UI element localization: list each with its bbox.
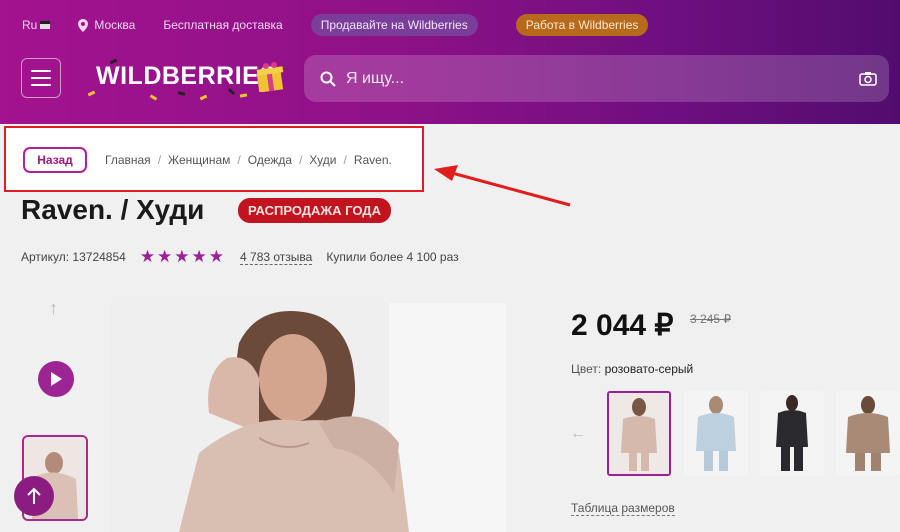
product-meta: Артикул: 13724854 ★★★★★ 4 783 отзыва Куп… [21,247,459,267]
menu-icon[interactable] [21,58,61,98]
breadcrumb-item-brand[interactable]: Raven. [354,153,392,167]
breadcrumb-separator: / [343,153,347,167]
breadcrumb-item-women[interactable]: Женщинам [168,153,230,167]
site-header: Ru Москва Бесплатная доставка Продавайте… [0,0,900,124]
city-selector[interactable]: Москва [78,18,135,32]
top-bar: Ru Москва Бесплатная доставка Продавайте… [22,14,649,36]
breadcrumb: Главная / Женщинам / Одежда / Худи / Rav… [105,153,392,167]
flag-icon [40,21,51,29]
arrow-up-icon[interactable] [14,476,54,516]
color-label: Цвет: [571,362,602,376]
location-pin-icon [78,18,89,32]
product-photo[interactable] [109,303,506,532]
color-info: Цвет: розовато-серый [571,362,693,376]
sell-on-wildberries-button[interactable]: Продавайте на Wildberries [310,14,478,36]
annotation-arrow-icon [434,165,571,207]
locale-switch[interactable]: Ru [22,18,51,32]
color-swatch-pink-grey[interactable] [607,391,671,476]
breadcrumb-separator: / [299,153,303,167]
camera-icon[interactable] [859,71,877,86]
color-swatch-light-blue[interactable] [684,391,748,476]
rating-stars: ★★★★★ [139,247,227,266]
play-icon[interactable] [38,361,74,397]
article-label: Артикул: [21,250,70,264]
bought-count: Купили более 4 100 раз [326,250,459,264]
color-swatch-brown[interactable] [836,391,900,476]
color-value: розовато-серый [604,362,694,376]
breadcrumb-separator: / [157,153,162,167]
breadcrumb-separator: / [237,153,241,167]
color-swatch-black[interactable] [760,391,824,476]
size-table-link[interactable]: Таблица размеров [571,501,675,516]
gift-icon [256,62,284,92]
search-icon [320,71,336,87]
gallery-up-icon[interactable]: ↑ [49,298,58,319]
logo[interactable]: WILDBERRIES [96,62,277,91]
breadcrumb-item-hoodies[interactable]: Худи [309,153,336,167]
product-title: Raven. / Худи [21,194,205,225]
price: 2 044 ₽ [571,309,674,342]
article-number: 13724854 [72,250,126,264]
swatch-prev-icon[interactable]: ← [570,425,586,443]
old-price: 3 245 ₽ [690,312,731,326]
back-button[interactable]: Назад [23,147,87,173]
breadcrumb-item-clothing[interactable]: Одежда [248,153,292,167]
breadcrumb-highlight: Назад Главная / Женщинам / Одежда / Худи… [4,126,424,192]
delivery-link[interactable]: Бесплатная доставка [163,18,282,32]
work-at-wildberries-button[interactable]: Работа в Wildberries [515,14,649,36]
reviews-link[interactable]: 4 783 отзыва [240,250,313,265]
search-bar[interactable] [304,55,889,102]
sale-badge: РАСПРОДАЖА ГОДА [238,198,391,223]
locale-label: Ru [22,18,38,32]
city-label: Москва [94,18,136,32]
breadcrumb-item-home[interactable]: Главная [105,153,151,167]
search-input[interactable] [344,68,848,89]
